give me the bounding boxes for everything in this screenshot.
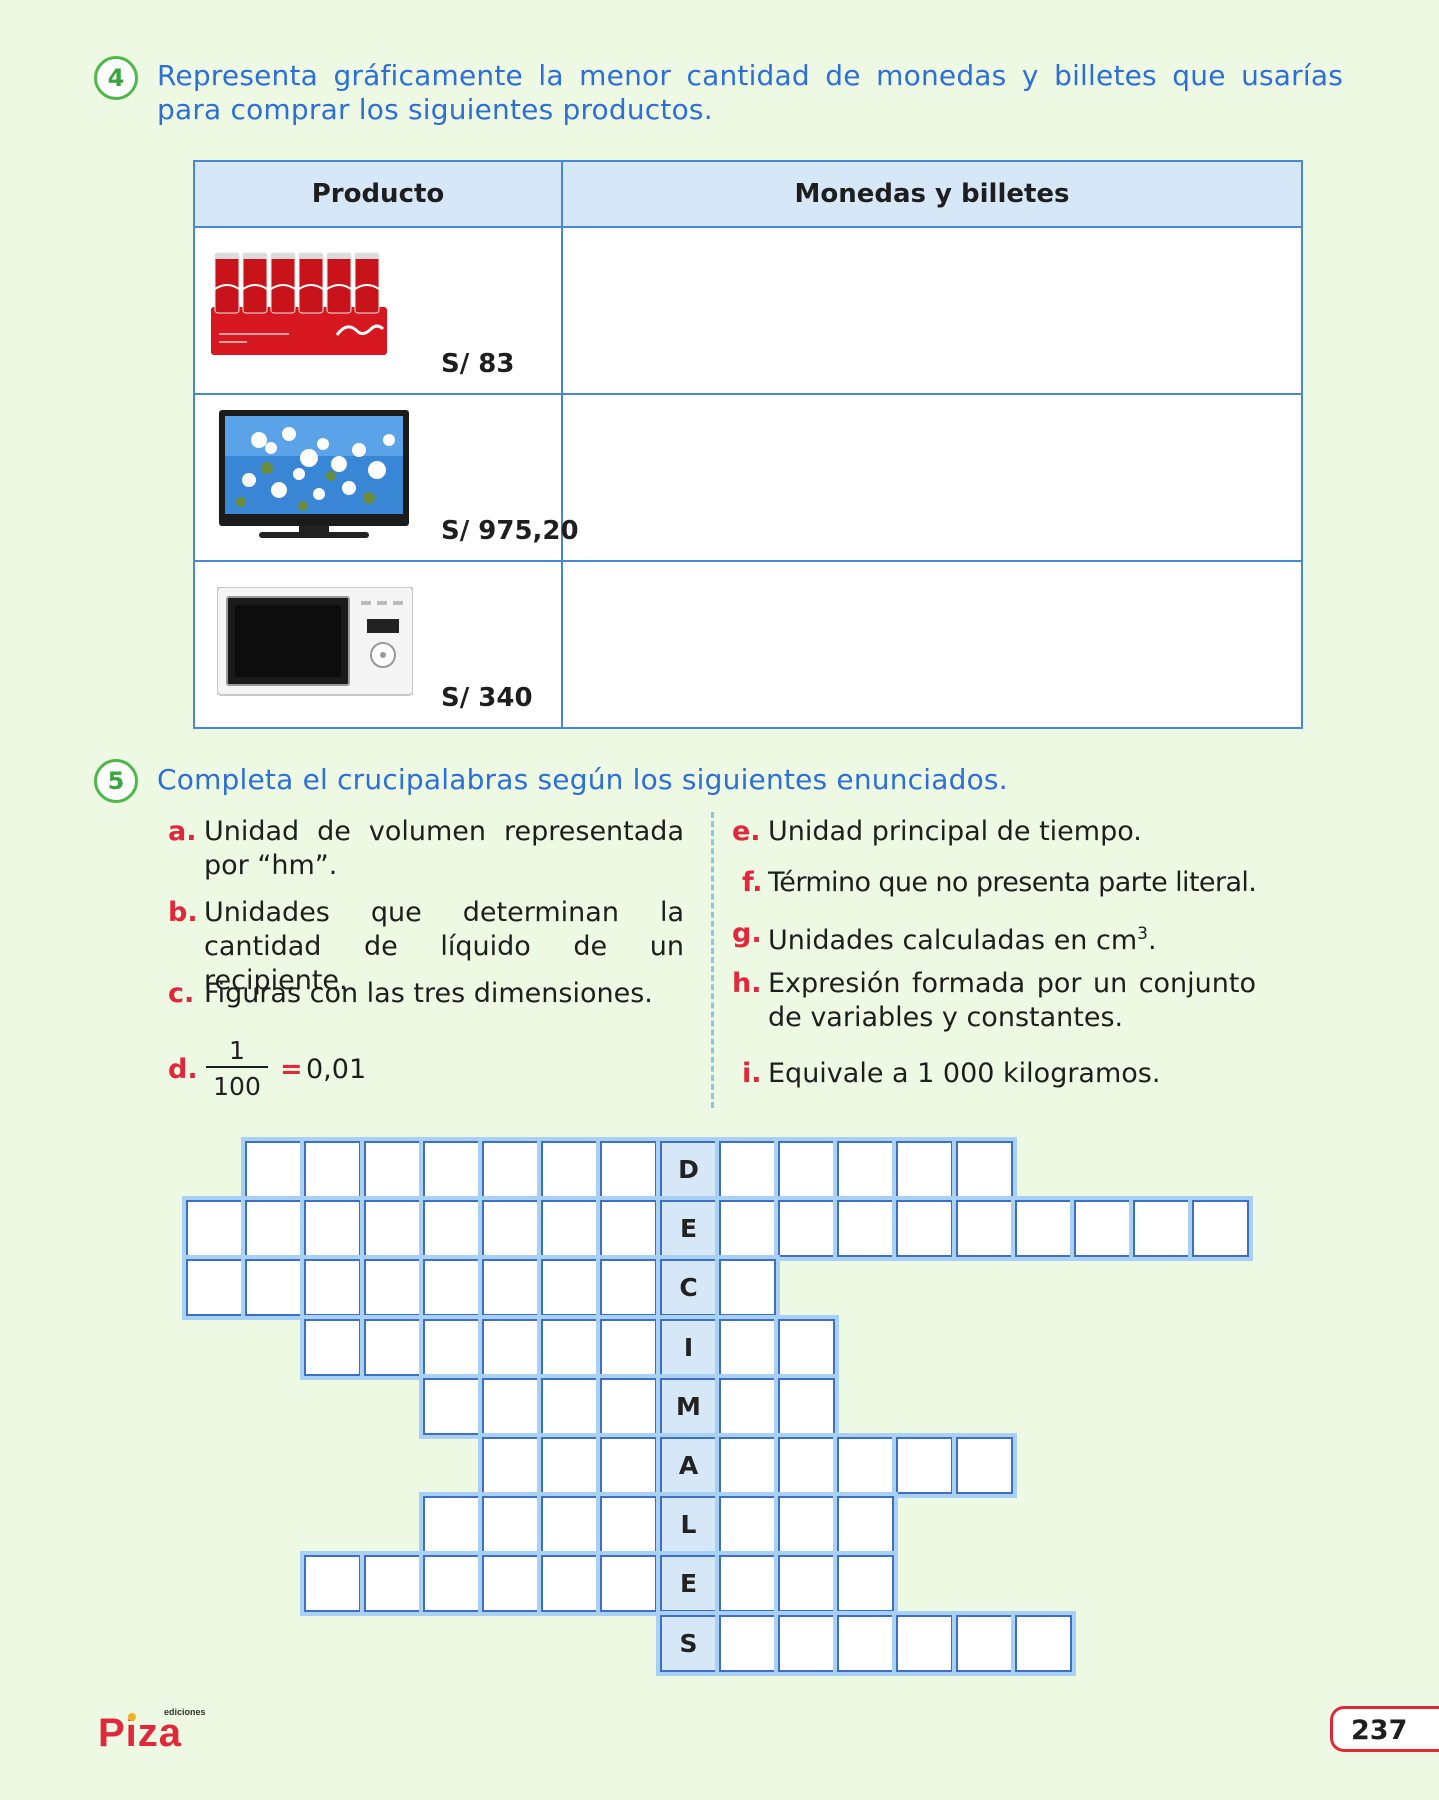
crossword-cell[interactable] xyxy=(478,1196,543,1261)
crossword-cell[interactable] xyxy=(182,1255,247,1320)
crossword-cell[interactable] xyxy=(833,1492,898,1557)
crossword-cell[interactable] xyxy=(774,1492,839,1557)
crossword-cell[interactable] xyxy=(419,1137,484,1202)
crossword-cell[interactable] xyxy=(715,1492,780,1557)
crossword-cell[interactable] xyxy=(241,1137,306,1202)
crossword-cell[interactable] xyxy=(360,1551,425,1616)
crossword-cell[interactable] xyxy=(241,1196,306,1261)
crossword-cell[interactable] xyxy=(419,1196,484,1261)
page-number-badge: 237 xyxy=(1330,1706,1439,1752)
crossword-cell[interactable] xyxy=(537,1551,602,1616)
crossword-cell[interactable] xyxy=(478,1374,543,1439)
crossword-cell[interactable] xyxy=(952,1137,1017,1202)
crossword-cell[interactable] xyxy=(537,1137,602,1202)
crossword-cell[interactable] xyxy=(774,1551,839,1616)
crossword-cell[interactable] xyxy=(419,1315,484,1380)
crossword-key-cell: A xyxy=(656,1433,721,1498)
crossword-cell[interactable] xyxy=(952,1196,1017,1261)
crossword-cell[interactable] xyxy=(774,1137,839,1202)
crossword-cell[interactable] xyxy=(833,1137,898,1202)
crossword-cell[interactable] xyxy=(360,1315,425,1380)
crossword-key-cell: E xyxy=(656,1551,721,1616)
crossword-cell[interactable] xyxy=(833,1611,898,1676)
crossword-cell[interactable] xyxy=(300,1137,365,1202)
crossword-cell[interactable] xyxy=(596,1255,661,1320)
crossword-cell[interactable] xyxy=(537,1315,602,1380)
crossword-cell[interactable] xyxy=(360,1255,425,1320)
crossword-cell[interactable] xyxy=(596,1137,661,1202)
crossword-cell[interactable] xyxy=(478,1137,543,1202)
crossword-cell[interactable] xyxy=(892,1137,957,1202)
crossword-cell[interactable] xyxy=(300,1255,365,1320)
crossword-cell[interactable] xyxy=(478,1433,543,1498)
crossword-cell[interactable] xyxy=(833,1551,898,1616)
crossword-cell[interactable] xyxy=(596,1492,661,1557)
crossword-cell[interactable] xyxy=(1070,1196,1135,1261)
crossword-cell[interactable] xyxy=(952,1433,1017,1498)
crossword-cell[interactable] xyxy=(715,1137,780,1202)
crossword-cell[interactable] xyxy=(241,1255,306,1320)
crossword-cell[interactable] xyxy=(1011,1611,1076,1676)
crossword-cell[interactable] xyxy=(419,1374,484,1439)
crossword-cell[interactable] xyxy=(182,1196,247,1261)
crossword-cell[interactable] xyxy=(360,1137,425,1202)
crossword-cell[interactable] xyxy=(478,1255,543,1320)
page-number: 237 xyxy=(1351,1715,1408,1746)
crossword-cell[interactable] xyxy=(360,1196,425,1261)
crossword-cell[interactable] xyxy=(892,1433,957,1498)
crossword-cell[interactable] xyxy=(715,1374,780,1439)
crossword-cell[interactable] xyxy=(774,1315,839,1380)
crossword-cell[interactable] xyxy=(478,1492,543,1557)
crossword-grid: DECIMALES xyxy=(0,0,1439,1800)
crossword-cell[interactable] xyxy=(300,1315,365,1380)
crossword-key-cell: I xyxy=(656,1315,721,1380)
crossword-cell[interactable] xyxy=(833,1196,898,1261)
crossword-cell[interactable] xyxy=(715,1196,780,1261)
piza-brand-logo: ediciones Piza xyxy=(98,1707,206,1750)
crossword-cell[interactable] xyxy=(833,1433,898,1498)
crossword-cell[interactable] xyxy=(774,1433,839,1498)
crossword-cell[interactable] xyxy=(952,1611,1017,1676)
crossword-cell[interactable] xyxy=(419,1492,484,1557)
crossword-key-cell: L xyxy=(656,1492,721,1557)
crossword-cell[interactable] xyxy=(1188,1196,1253,1261)
crossword-cell[interactable] xyxy=(715,1255,780,1320)
crossword-key-cell: M xyxy=(656,1374,721,1439)
crossword-cell[interactable] xyxy=(537,1492,602,1557)
crossword-cell[interactable] xyxy=(1011,1196,1076,1261)
crossword-cell[interactable] xyxy=(596,1551,661,1616)
crossword-cell[interactable] xyxy=(715,1611,780,1676)
crossword-key-cell: E xyxy=(656,1196,721,1261)
crossword-cell[interactable] xyxy=(537,1433,602,1498)
crossword-cell[interactable] xyxy=(537,1374,602,1439)
crossword-cell[interactable] xyxy=(478,1315,543,1380)
crossword-cell[interactable] xyxy=(774,1196,839,1261)
crossword-cell[interactable] xyxy=(715,1551,780,1616)
crossword-cell[interactable] xyxy=(419,1551,484,1616)
crossword-cell[interactable] xyxy=(300,1551,365,1616)
crossword-cell[interactable] xyxy=(774,1374,839,1439)
crossword-cell[interactable] xyxy=(596,1315,661,1380)
crossword-cell[interactable] xyxy=(419,1255,484,1320)
crossword-cell[interactable] xyxy=(892,1611,957,1676)
crossword-cell[interactable] xyxy=(774,1611,839,1676)
crossword-cell[interactable] xyxy=(596,1374,661,1439)
crossword-key-cell: S xyxy=(656,1611,721,1676)
crossword-cell[interactable] xyxy=(596,1433,661,1498)
svg-text:Piza: Piza xyxy=(98,1711,182,1750)
crossword-cell[interactable] xyxy=(715,1433,780,1498)
crossword-cell[interactable] xyxy=(1129,1196,1194,1261)
crossword-cell[interactable] xyxy=(300,1196,365,1261)
crossword-cell[interactable] xyxy=(478,1551,543,1616)
crossword-cell[interactable] xyxy=(537,1255,602,1320)
crossword-key-cell: C xyxy=(656,1255,721,1320)
crossword-key-cell: D xyxy=(656,1137,721,1202)
crossword-cell[interactable] xyxy=(537,1196,602,1261)
crossword-cell[interactable] xyxy=(892,1196,957,1261)
crossword-cell[interactable] xyxy=(596,1196,661,1261)
crossword-cell[interactable] xyxy=(715,1315,780,1380)
